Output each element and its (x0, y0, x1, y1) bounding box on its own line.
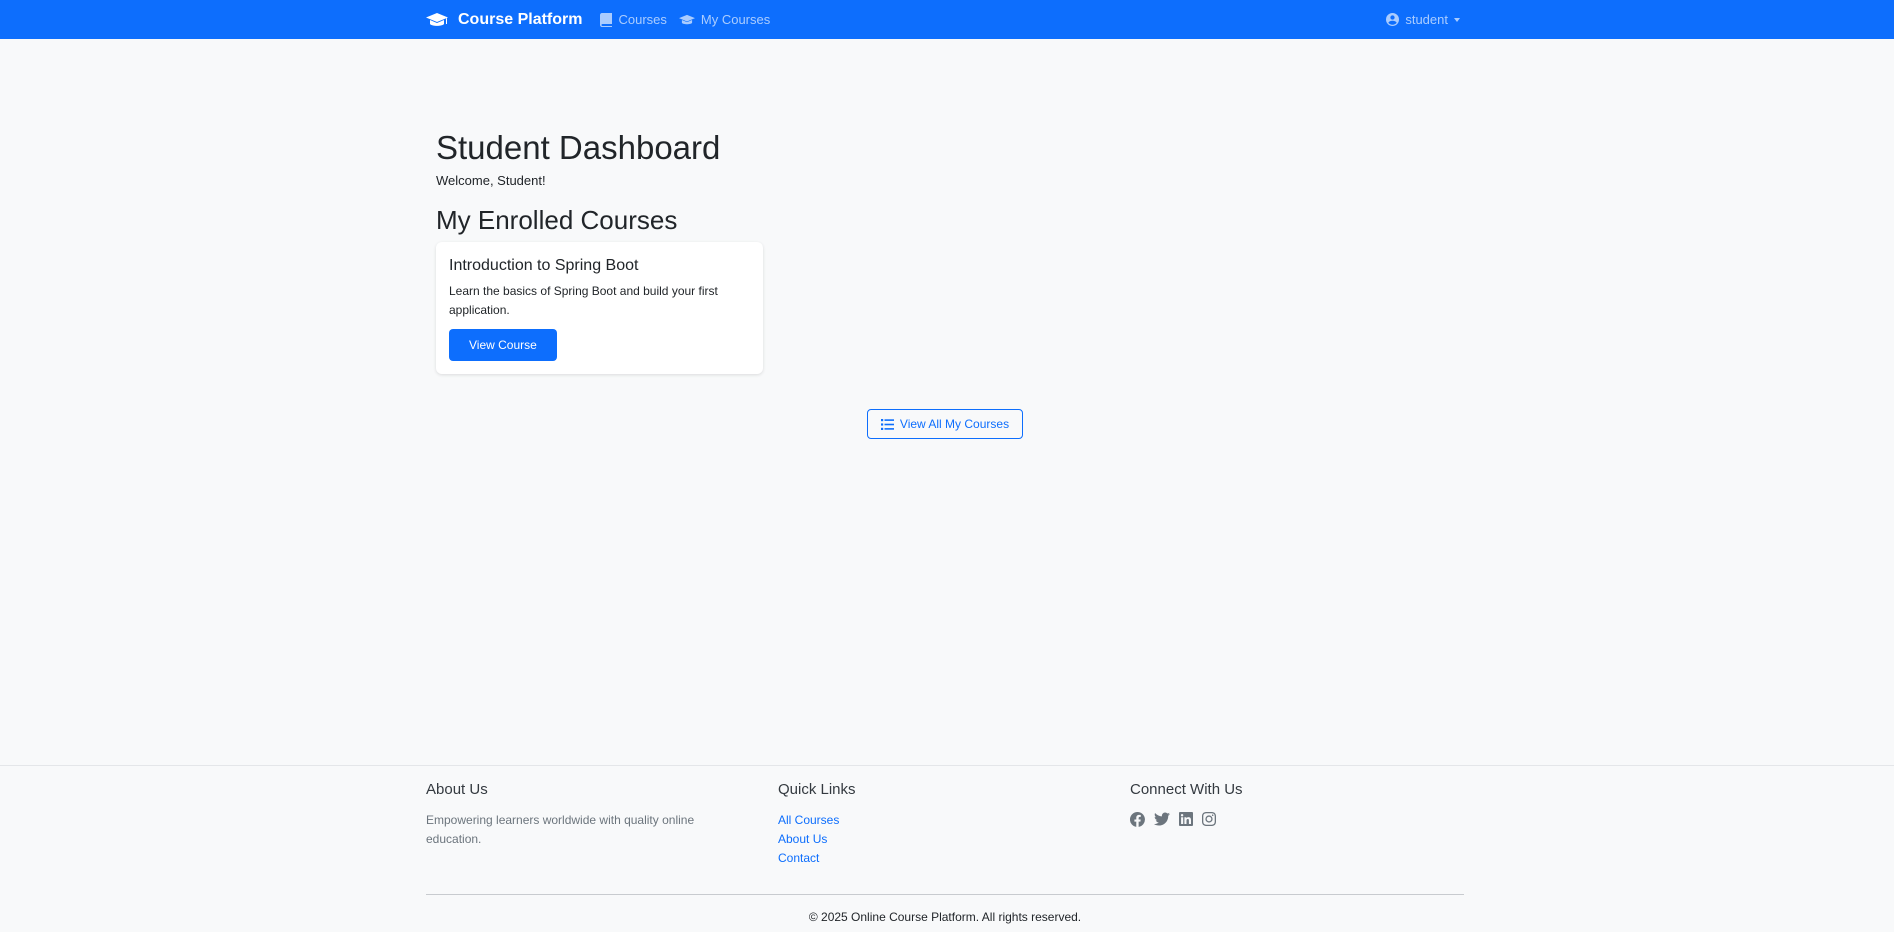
footer-about-text: Empowering learners worldwide with quali… (426, 813, 695, 846)
footer-quick-links: Quick Links All Courses About Us Contact (778, 780, 856, 868)
footer-link-contact[interactable]: Contact (778, 851, 819, 865)
course-description: Learn the basics of Spring Boot and buil… (449, 284, 718, 317)
footer-links-list: All Courses About Us Contact (778, 811, 856, 868)
copyright-text: © 2025 Online Course Platform. All right… (808, 910, 1082, 924)
footer-about-heading: About Us (426, 781, 488, 798)
graduation-cap-icon (426, 12, 448, 26)
footer-link-about-us[interactable]: About Us (778, 832, 827, 846)
course-title: Introduction to Spring Boot (449, 257, 639, 274)
user-dropdown[interactable]: student (1386, 0, 1460, 39)
facebook-icon[interactable] (1130, 812, 1145, 827)
view-course-button[interactable]: View Course (449, 329, 557, 361)
book-icon (600, 12, 613, 27)
nav-link-my-courses[interactable]: My Courses (678, 12, 771, 27)
view-all-label: View All My Courses (899, 417, 1010, 431)
social-links (1130, 812, 1243, 827)
list-icon (880, 418, 894, 430)
user-circle-icon (1386, 13, 1400, 26)
navbar: Course Platform Courses My Courses stude… (0, 0, 1894, 39)
list-item: About Us (778, 830, 856, 849)
linkedin-icon[interactable] (1179, 812, 1193, 826)
navbar-container: Course Platform Courses My Courses stude… (426, 0, 1464, 39)
footer-link-all-courses[interactable]: All Courses (778, 813, 839, 827)
course-card: Introduction to Spring Boot Learn the ba… (436, 242, 763, 374)
caret-down-icon (1454, 17, 1460, 22)
footer-quick-links-heading: Quick Links (778, 781, 856, 798)
brand-link[interactable]: Course Platform (426, 11, 582, 29)
graduation-cap-icon (678, 14, 695, 24)
enrolled-courses-heading: My Enrolled Courses (436, 205, 678, 235)
footer-connect-heading: Connect With Us (1130, 781, 1243, 798)
twitter-icon[interactable] (1154, 812, 1170, 826)
page-title: Student Dashboard (436, 129, 721, 166)
nav-link-courses-label: Courses (618, 12, 667, 27)
footer: About Us Empowering learners worldwide w… (0, 765, 1894, 932)
footer-about: About Us Empowering learners worldwide w… (426, 780, 726, 849)
nav-link-courses[interactable]: Courses (600, 12, 667, 27)
view-all-my-courses-button[interactable]: View All My Courses (867, 409, 1023, 439)
instagram-icon[interactable] (1202, 812, 1216, 826)
main-content: Student Dashboard Welcome, Student! My E… (436, 128, 1456, 374)
user-name: student (1405, 12, 1448, 27)
footer-divider (426, 894, 1464, 895)
welcome-text: Welcome, Student! (436, 173, 546, 188)
list-item: All Courses (778, 811, 856, 830)
brand-label: Course Platform (458, 10, 583, 28)
footer-connect: Connect With Us (1130, 780, 1243, 827)
nav-link-my-courses-label: My Courses (700, 12, 771, 27)
list-item: Contact (778, 849, 856, 868)
